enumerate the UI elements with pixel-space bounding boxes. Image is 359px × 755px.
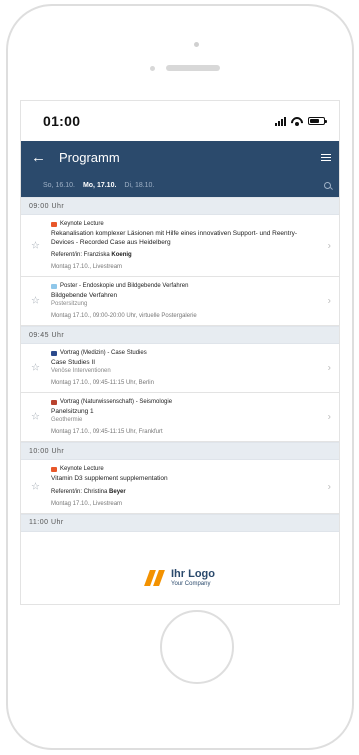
type-badge-icon [51, 399, 57, 405]
session-type-label: Keynote Lecture [60, 221, 104, 227]
speaker-name: Koenig [111, 252, 132, 259]
search-icon[interactable] [324, 181, 331, 189]
camera [194, 42, 199, 47]
tab-date: 18.10. [134, 181, 155, 189]
session-title: Case Studies II [51, 359, 96, 367]
time-section-header: 10:00 Uhr [21, 442, 339, 461]
star-icon[interactable]: ☆ [31, 296, 40, 307]
tab-day: So, [43, 181, 54, 189]
session-meta: Montag 17.10., Livestream [51, 264, 123, 271]
session-subtitle: Geothermie [51, 417, 83, 424]
star-icon[interactable]: ☆ [31, 363, 40, 374]
sensor [150, 66, 155, 71]
logo-text: Ihr Logo Your Company [171, 568, 215, 588]
session-title: Vitamin D3 supplement supplementation [51, 475, 168, 483]
status-time: 01:00 [43, 113, 81, 129]
speaker-prefix: Referent/in: Franziska [51, 252, 112, 259]
star-icon[interactable]: ☆ [31, 412, 40, 423]
speaker-prefix: Referent/in: Christina [51, 488, 110, 495]
time-section-header: 11:00 Uhr [21, 513, 339, 532]
chevron-right-icon: › [327, 411, 331, 423]
app-screen: 01:00 ← Programm So, 16.10. Mo, 17.10. D… [20, 100, 340, 605]
time-section-header: 09:45 Uhr [21, 326, 339, 345]
session-subtitle: Postersitzung [51, 301, 88, 308]
home-button[interactable] [160, 610, 234, 684]
tab-date: 16.10. [55, 181, 75, 189]
logo-name: Ihr Logo [171, 568, 215, 580]
time-section-header: 09:00 Uhr [21, 197, 339, 215]
company-logo: Ihr Logo Your Company [21, 569, 339, 587]
date-tabs: So, 16.10. Mo, 17.10. Di, 18.10. [21, 173, 339, 197]
type-badge-icon [51, 221, 57, 227]
battery-icon [308, 117, 327, 125]
status-bar: 01:00 [21, 101, 339, 141]
session-type: Keynote Lecture [51, 466, 315, 472]
session-type: Vortrag (Naturwissenschaft) - Seismologi… [51, 399, 315, 405]
session-meta: Montag 17.10., Livestream [51, 500, 123, 507]
session-type-label: Poster - Endoskopie und Bildgebende Verf… [60, 283, 189, 290]
session-type: Poster - Endoskopie und Bildgebende Verf… [51, 283, 315, 289]
session-meta: Montag 17.10., 09:45-11:15 Uhr, Berlin [51, 380, 154, 387]
session-type-label: Keynote Lecture [60, 466, 104, 473]
signal-icon [275, 116, 286, 126]
logo-tagline: Your Company [171, 581, 211, 587]
list-item[interactable]: ☆ Keynote Lecture Rekanalisation komplex… [21, 215, 339, 278]
status-icons [275, 116, 327, 126]
list-item[interactable]: ☆ Vortrag (Medizin) - Case Studies Case … [21, 344, 339, 394]
session-meta: Montag 17.10., 09:45-11:15 Uhr, Frankfur… [51, 429, 163, 436]
tab-date-3[interactable]: Di, 18.10. [124, 182, 154, 189]
tab-day: Di, [124, 181, 133, 189]
session-type: Vortrag (Medizin) - Case Studies [51, 350, 315, 356]
tab-date-1[interactable]: So, 16.10. [43, 182, 75, 189]
star-icon[interactable]: ☆ [31, 240, 40, 251]
hamburger-menu-icon[interactable] [321, 153, 331, 161]
star-icon[interactable]: ☆ [31, 481, 40, 492]
tab-day: Mo, [82, 181, 95, 189]
chevron-right-icon: › [327, 295, 331, 307]
session-title: Panelsitzung 1 [51, 408, 94, 416]
app-header: ← Programm [21, 141, 339, 173]
session-title: Bildgebende Verfahren [51, 292, 118, 300]
session-meta: Montag 17.10., 09:00-20:00 Uhr, virtuell… [51, 313, 197, 320]
list-item[interactable]: ☆ Keynote Lecture Vitamin D3 supplement … [21, 460, 339, 514]
type-badge-icon [51, 283, 57, 289]
session-type-label: Vortrag (Naturwissenschaft) - Seismologi… [60, 399, 173, 406]
program-list: 09:00 Uhr ☆ Keynote Lecture Rekanalisati… [21, 197, 339, 532]
tab-date: 17.10. [96, 181, 117, 189]
speaker-line: Referent/in: Franziska Koenig [51, 252, 315, 258]
type-badge-icon [51, 466, 57, 472]
page-title: Programm [59, 149, 120, 165]
list-item[interactable]: ☆ Vortrag (Naturwissenschaft) - Seismolo… [21, 393, 339, 443]
speaker-name: Beyer [109, 488, 126, 495]
arrow-left-icon[interactable]: ← [31, 149, 53, 166]
speaker-line: Referent/in: Christina Beyer [51, 489, 315, 495]
session-type: Keynote Lecture [51, 221, 315, 227]
session-title: Rekanalisation komplexer Läsionen mit Hi… [51, 230, 298, 247]
wifi-icon [291, 117, 303, 126]
chevron-right-icon: › [327, 362, 331, 374]
session-subtitle: Venöse Interventionen [51, 368, 111, 375]
tab-date-2[interactable]: Mo, 17.10. [83, 182, 116, 189]
session-type-label: Vortrag (Medizin) - Case Studies [60, 350, 147, 357]
speaker-grille [166, 65, 220, 71]
list-item[interactable]: ☆ Poster - Endoskopie und Bildgebende Ve… [21, 277, 339, 327]
type-badge-icon [51, 350, 57, 356]
logo-mark-icon [144, 570, 167, 586]
chevron-right-icon: › [327, 240, 331, 252]
chevron-right-icon: › [327, 481, 331, 493]
